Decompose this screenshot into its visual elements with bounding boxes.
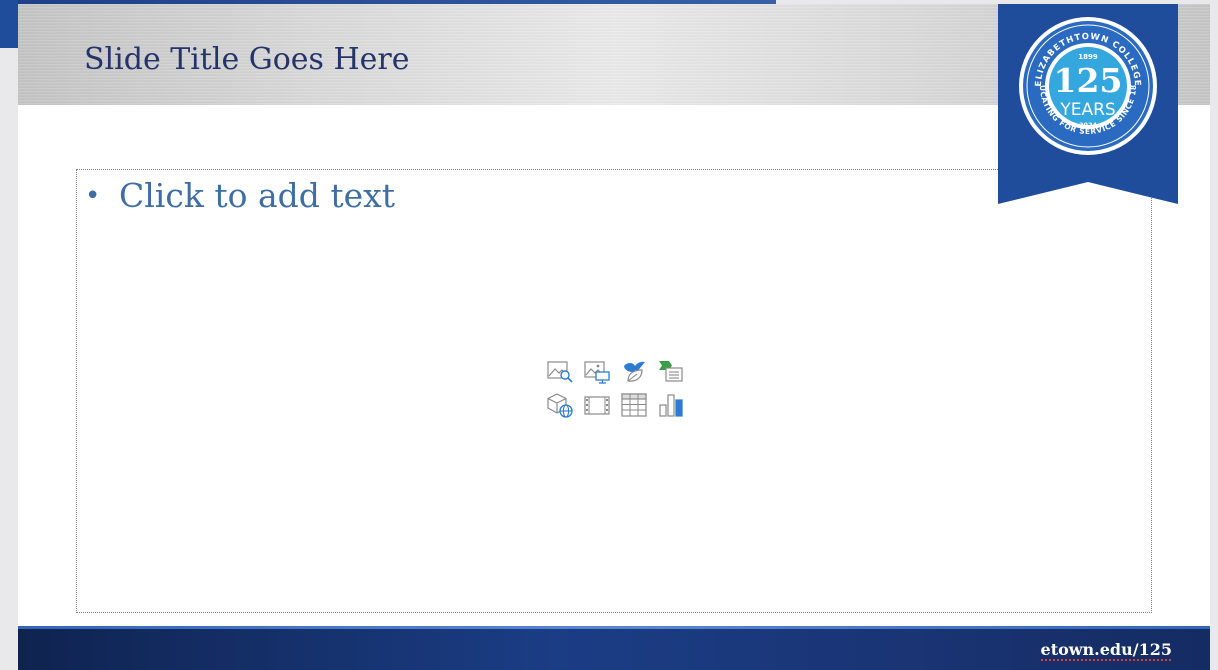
insert-icons-icon[interactable] — [617, 356, 651, 386]
footer-url-text: etown.edu/125 — [1040, 640, 1172, 659]
body-text-line[interactable]: • Click to add text — [85, 176, 395, 215]
insert-picture-search-icon[interactable] — [543, 356, 577, 386]
spellcheck-underline — [1040, 659, 1172, 661]
body-placeholder-text: Click to add text — [119, 176, 396, 215]
seal-word: YEARS — [1059, 100, 1115, 120]
slide-canvas[interactable]: Slide Title Goes Here • Click to add text — [18, 4, 1210, 670]
seal-year-start: 1899 — [1078, 53, 1098, 61]
insert-3d-model-icon[interactable] — [543, 390, 577, 420]
footer-bar: etown.edu/125 — [18, 626, 1210, 670]
bullet-marker: • — [85, 181, 101, 211]
footer-url: etown.edu/125 — [1040, 640, 1172, 661]
insert-video-icon[interactable] — [580, 390, 614, 420]
anniversary-badge: ELIZABETHTOWN COLLEGE EDUCATING FOR SERV… — [998, 4, 1178, 204]
insert-chart-icon[interactable] — [654, 390, 688, 420]
insert-picture-icon[interactable] — [580, 356, 614, 386]
seal-year-end: 2024 — [1079, 121, 1098, 129]
previous-slide-edge — [0, 0, 18, 48]
insert-table-icon[interactable] — [617, 390, 651, 420]
content-placeholder[interactable]: • Click to add text — [76, 169, 1152, 613]
insert-content-icons — [543, 356, 689, 420]
seal-number: 125 — [1054, 61, 1123, 100]
insert-smartart-icon[interactable] — [654, 356, 688, 386]
slide-title[interactable]: Slide Title Goes Here — [84, 42, 410, 77]
